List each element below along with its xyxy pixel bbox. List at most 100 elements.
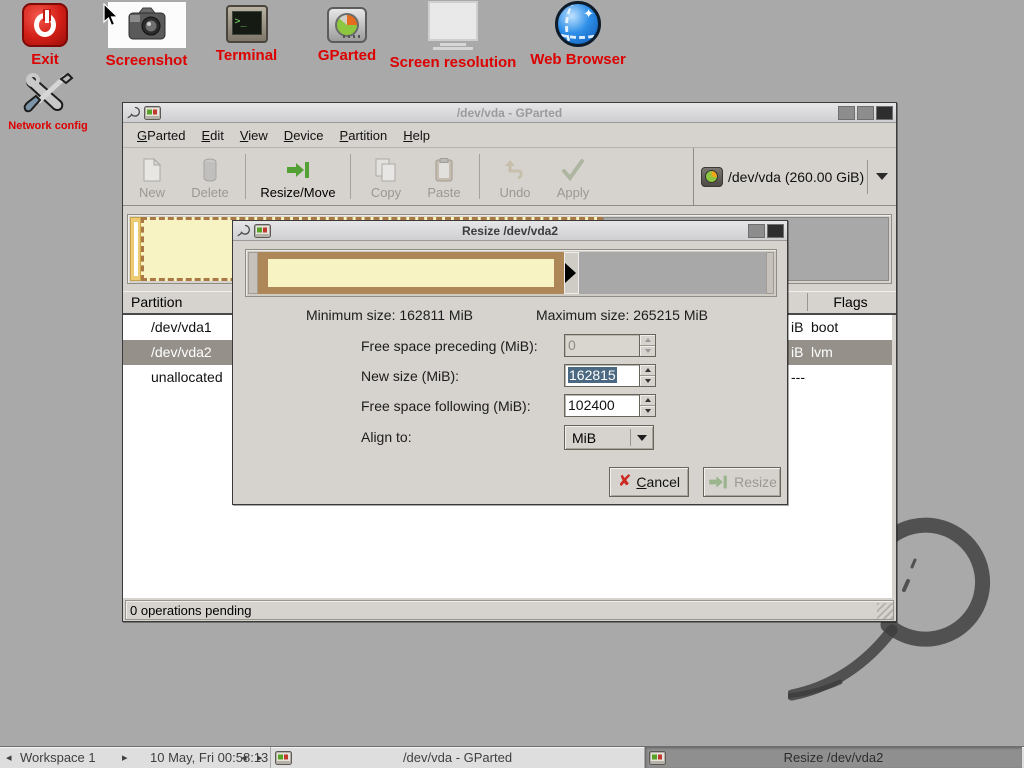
dialog-titlebar[interactable]: Resize /dev/vda2 [233,221,787,241]
menu-device[interactable]: Device [276,125,332,146]
close-button[interactable] [876,106,893,120]
window-prev-arrow[interactable]: ◂ [241,751,247,764]
taskbar: ◂ Workspace 1 ▸ 10 May, Fri 00:58:13 ◂ ▸… [0,746,1024,768]
column-header-partition[interactable]: Partition [131,291,182,313]
toolbar-separator [350,154,351,199]
window-next-arrow[interactable]: ▸ [257,751,263,764]
toolbar-paste-button[interactable]: Paste [415,148,473,205]
desktop-icon-label: Web Browser [522,51,634,68]
free-space-preceding-label: Free space preceding (MiB): [361,338,538,354]
new-size-spinbox[interactable]: 162815 [564,364,656,387]
chevron-down-icon [876,173,888,180]
desktop-icon-web-browser[interactable]: ✦ Web Browser [522,1,634,68]
gparted-app-icon [649,751,666,765]
toolbar-label: Paste [427,185,460,200]
partition-block[interactable] [258,252,564,294]
desktop-icon-terminal[interactable]: >_ Terminal [209,5,284,64]
clock: 10 May, Fri 00:58:13 [150,750,268,765]
toolbar: New Delete Resize/Move Copy Paste [123,148,896,206]
apply-check-icon [561,157,585,183]
toolbar-new-button[interactable]: New [123,148,181,205]
gparted-app-icon [275,751,292,765]
debian-swirl-icon [126,106,141,119]
power-icon [22,3,68,47]
new-partition-icon [143,157,161,183]
taskbar-item-gparted[interactable]: /dev/vda - GParted [270,747,644,768]
monitor-icon [428,1,478,50]
main-window-title: /dev/vda - GParted [123,106,896,120]
disk-icon [701,167,723,187]
toolbar-label: Copy [371,185,401,200]
minimize-button[interactable] [838,106,855,120]
desktop-icon-label: Screen resolution [386,54,520,71]
desktop-icon-exit[interactable]: Exit [12,3,78,68]
menu-partition[interactable]: Partition [332,125,396,146]
resize-slider [245,249,777,297]
column-header-flags[interactable]: Flags [807,291,894,313]
minimum-size-label: Minimum size: 162811 MiB [306,307,473,323]
task-title: Resize /dev/vda2 [645,750,1022,765]
toolbar-apply-button[interactable]: Apply [544,148,602,205]
chevron-down-icon [637,435,647,441]
toolbar-resize-move-button[interactable]: Resize/Move [252,148,344,205]
left-resize-handle[interactable] [248,252,258,294]
spin-up-button[interactable] [640,335,655,345]
free-space-following-spinbox[interactable]: 102400 [564,394,656,417]
spin-down-button[interactable] [640,345,655,356]
undo-icon [504,157,526,183]
toolbar-label: Resize/Move [260,185,335,200]
desktop-icon-gparted[interactable]: GParted [312,7,382,64]
workspace-prev-arrow[interactable]: ◂ [6,751,12,764]
desktop-icon-network-config[interactable]: Network config [6,70,90,132]
spin-up-button[interactable] [640,395,655,405]
spin-down-button[interactable] [640,405,655,416]
menu-gparted[interactable]: GParted [129,125,193,146]
toolbar-separator [479,154,480,199]
desktop-icon-label: GParted [312,47,382,64]
align-to-dropdown[interactable]: MiB [564,425,654,450]
statusbar: 0 operations pending [125,600,894,620]
toolbar-delete-button[interactable]: Delete [181,148,239,205]
free-space-following-label: Free space following (MiB): [361,398,531,414]
close-button[interactable] [767,224,784,238]
main-titlebar[interactable]: /dev/vda - GParted [123,103,896,123]
partition-bar-vda1[interactable] [130,217,141,281]
resize-button[interactable]: Resize [703,467,781,497]
dialog-title: Resize /dev/vda2 [233,224,787,238]
terminal-icon: >_ [226,5,268,43]
globe-icon: ✦ [555,1,601,47]
device-selector[interactable]: /dev/vda (260.00 GiB) [693,148,896,205]
cancel-button[interactable]: ✘ Cancel [609,467,689,497]
paste-icon [435,157,453,183]
toolbar-copy-button[interactable]: Copy [357,148,415,205]
free-space-preceding-spinbox[interactable]: 0 [564,334,656,357]
copy-icon [375,157,397,183]
menu-edit[interactable]: Edit [193,125,231,146]
menu-view[interactable]: View [232,125,276,146]
desktop-icon-label: Screenshot [104,52,189,69]
toolbar-label: New [139,185,165,200]
desktop-icon-screen-resolution[interactable]: Screen resolution [386,1,520,71]
workspace-next-arrow[interactable]: ▸ [122,751,128,764]
delete-icon [202,157,218,183]
maximize-button[interactable] [748,224,765,238]
desktop-icon-label: Network config [6,120,90,132]
maximum-size-label: Maximum size: 265215 MiB [536,307,708,323]
maximize-button[interactable] [857,106,874,120]
task-title: /dev/vda - GParted [271,750,644,765]
free-space-block [579,252,766,294]
resize-dialog: Resize /dev/vda2 Minimum size: 162811 Mi… [232,220,788,505]
resize-arrow-icon [709,476,727,489]
resize-grip[interactable] [877,603,893,619]
menu-help[interactable]: Help [395,125,438,146]
right-resize-handle[interactable] [564,252,579,294]
taskbar-item-resize-dialog[interactable]: Resize /dev/vda2 [644,747,1022,768]
align-to-label: Align to: [361,429,412,445]
desktop-icon-label: Exit [12,51,78,68]
toolbar-undo-button[interactable]: Undo [486,148,544,205]
spin-down-button[interactable] [640,375,655,386]
resize-move-icon [287,157,309,183]
spin-up-button[interactable] [640,365,655,375]
tools-icon [22,70,74,116]
selected-value: 162815 [568,367,617,383]
